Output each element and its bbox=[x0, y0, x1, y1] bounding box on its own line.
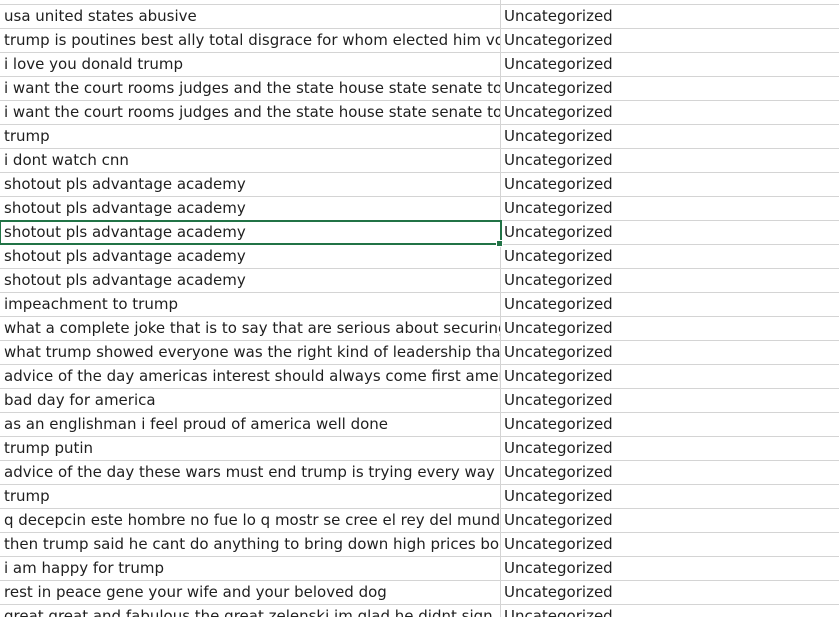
category-cell[interactable]: Uncategorized bbox=[501, 533, 839, 556]
fill-handle[interactable] bbox=[496, 240, 503, 247]
table-row: q decepcin este hombre no fue lo q mostr… bbox=[0, 509, 839, 533]
text-cell[interactable]: shotout pls advantage academy bbox=[0, 197, 501, 220]
table-row: advice of the day americas interest shou… bbox=[0, 365, 839, 389]
category-cell[interactable]: Uncategorized bbox=[501, 509, 839, 532]
category-cell[interactable]: Uncategorized bbox=[501, 581, 839, 604]
category-cell[interactable]: Uncategorized bbox=[501, 317, 839, 340]
table-row: as an englishman i feel proud of america… bbox=[0, 413, 839, 437]
cell-grid: usa united states abusive Uncategorized tr… bbox=[0, 5, 839, 617]
table-row: trump Uncategorized bbox=[0, 485, 839, 509]
table-row: i dont watch cnn Uncategorized bbox=[0, 149, 839, 173]
text-cell[interactable]: shotout pls advantage academy bbox=[0, 245, 501, 268]
category-cell[interactable]: Uncategorized bbox=[501, 5, 839, 28]
category-cell[interactable]: Uncategorized bbox=[501, 365, 839, 388]
text-cell[interactable]: shotout pls advantage academy bbox=[0, 173, 501, 196]
text-cell[interactable]: what a complete joke that is to say that… bbox=[0, 317, 501, 340]
table-row: i want the court rooms judges and the st… bbox=[0, 101, 839, 125]
table-row: i am happy for trump Uncategorized bbox=[0, 557, 839, 581]
table-row: trump putin Uncategorized bbox=[0, 437, 839, 461]
table-row: shotout pls advantage academy Uncategoriz… bbox=[0, 197, 839, 221]
table-row: shotout pls advantage academy Uncategoriz… bbox=[0, 269, 839, 293]
category-cell[interactable]: Uncategorized bbox=[501, 77, 839, 100]
table-row: usa united states abusive Uncategorized bbox=[0, 5, 839, 29]
spreadsheet-grid[interactable]: usa united states abusive Uncategorized tr… bbox=[0, 0, 839, 617]
table-row: then trump said he cant do anything to b… bbox=[0, 533, 839, 557]
text-cell[interactable]: i love you donald trump bbox=[0, 53, 501, 76]
category-cell[interactable]: Uncategorized bbox=[501, 293, 839, 316]
table-row: advice of the day these wars must end tr… bbox=[0, 461, 839, 485]
text-cell[interactable]: i am happy for trump bbox=[0, 557, 501, 580]
table-row: shotout pls advantage academy Uncategoriz… bbox=[0, 245, 839, 269]
category-cell[interactable]: Uncategorized bbox=[501, 245, 839, 268]
category-cell[interactable]: Uncategorized bbox=[501, 125, 839, 148]
table-row: i want the court rooms judges and the st… bbox=[0, 77, 839, 101]
text-cell[interactable]: trump bbox=[0, 125, 501, 148]
category-cell[interactable]: Uncategorized bbox=[501, 173, 839, 196]
text-cell[interactable]: q decepcin este hombre no fue lo q mostr… bbox=[0, 509, 501, 532]
category-cell[interactable]: Uncategorized bbox=[501, 437, 839, 460]
text-cell[interactable]: bad day for america bbox=[0, 389, 501, 412]
table-row: rest in peace gene your wife and your be… bbox=[0, 581, 839, 605]
category-cell[interactable]: Uncategorized bbox=[501, 269, 839, 292]
category-cell[interactable]: Uncategorized bbox=[501, 389, 839, 412]
text-cell[interactable]: i dont watch cnn bbox=[0, 149, 501, 172]
table-row: what a complete joke that is to say that… bbox=[0, 317, 839, 341]
text-cell[interactable]: as an englishman i feel proud of america… bbox=[0, 413, 501, 436]
category-cell[interactable]: Uncategorized bbox=[501, 461, 839, 484]
category-cell[interactable]: Uncategorized bbox=[501, 341, 839, 364]
table-row: great great and fabulous the great zelen… bbox=[0, 605, 839, 617]
text-cell[interactable]: impeachment to trump bbox=[0, 293, 501, 316]
category-cell[interactable]: Uncategorized bbox=[501, 557, 839, 580]
table-row: impeachment to trump Uncategorized bbox=[0, 293, 839, 317]
text-cell[interactable]: i want the court rooms judges and the st… bbox=[0, 101, 501, 124]
table-row: i love you donald trump Uncategorized bbox=[0, 53, 839, 77]
category-cell[interactable]: Uncategorized bbox=[501, 101, 839, 124]
category-cell[interactable]: Uncategorized bbox=[501, 413, 839, 436]
table-row: what trump showed everyone was the right… bbox=[0, 341, 839, 365]
text-cell[interactable]: what trump showed everyone was the right… bbox=[0, 341, 501, 364]
text-cell[interactable]: shotout pls advantage academy bbox=[0, 220, 502, 245]
table-row: trump is poutines best ally total disgra… bbox=[0, 29, 839, 53]
category-cell[interactable]: Uncategorized bbox=[501, 221, 839, 244]
table-row: bad day for america Uncategorized bbox=[0, 389, 839, 413]
category-cell[interactable]: Uncategorized bbox=[501, 197, 839, 220]
previous-row-cell bbox=[0, 0, 501, 4]
text-cell[interactable]: rest in peace gene your wife and your be… bbox=[0, 581, 501, 604]
category-cell[interactable]: Uncategorized bbox=[501, 29, 839, 52]
text-cell[interactable]: i want the court rooms judges and the st… bbox=[0, 77, 501, 100]
category-cell[interactable]: Uncategorized bbox=[501, 149, 839, 172]
category-cell[interactable]: Uncategorized bbox=[501, 485, 839, 508]
category-cell[interactable]: Uncategorized bbox=[501, 605, 839, 617]
text-cell[interactable]: advice of the day americas interest shou… bbox=[0, 365, 501, 388]
table-row: trump Uncategorized bbox=[0, 125, 839, 149]
text-cell[interactable]: then trump said he cant do anything to b… bbox=[0, 533, 501, 556]
text-cell[interactable]: trump bbox=[0, 485, 501, 508]
table-row: shotout pls advantage academy Uncategoriz… bbox=[0, 173, 839, 197]
table-row: shotout pls advantage academy Uncategoriz… bbox=[0, 220, 839, 247]
text-cell[interactable]: trump putin bbox=[0, 437, 501, 460]
text-cell[interactable]: trump is poutines best ally total disgra… bbox=[0, 29, 501, 52]
text-cell[interactable]: great great and fabulous the great zelen… bbox=[0, 605, 501, 617]
category-cell[interactable]: Uncategorized bbox=[501, 53, 839, 76]
text-cell[interactable]: advice of the day these wars must end tr… bbox=[0, 461, 501, 484]
text-cell[interactable]: shotout pls advantage academy bbox=[0, 269, 501, 292]
text-cell[interactable]: usa united states abusive bbox=[0, 5, 501, 28]
